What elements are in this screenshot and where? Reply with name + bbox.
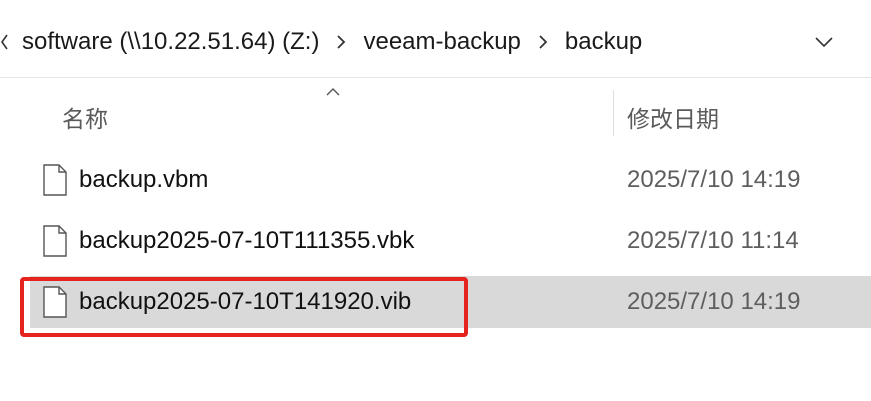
- chevron-down-icon: [815, 37, 833, 48]
- address-history-dropdown-button[interactable]: [808, 28, 840, 56]
- file-name: backup.vbm: [79, 166, 209, 193]
- file-date-modified: 2025/7/10 14:19: [627, 288, 801, 315]
- file-row[interactable]: backup2025-07-10T111355.vbk 2025/7/10 11…: [30, 215, 871, 267]
- column-divider[interactable]: [613, 90, 614, 136]
- breadcrumb: software (\\10.22.51.64) (Z:) veeam-back…: [20, 26, 644, 58]
- file-row[interactable]: backup.vbm 2025/7/10 14:19: [30, 154, 871, 206]
- file-row-selected[interactable]: backup2025-07-10T141920.vib 2025/7/10 14…: [30, 276, 871, 328]
- file-name: backup2025-07-10T111355.vbk: [79, 227, 415, 254]
- breadcrumb-item-veeam-backup[interactable]: veeam-backup: [361, 28, 522, 56]
- column-header-date-modified[interactable]: 修改日期: [627, 100, 719, 134]
- sort-ascending-icon: [326, 88, 340, 96]
- address-bar[interactable]: software (\\10.22.51.64) (Z:) veeam-back…: [0, 0, 871, 78]
- breadcrumb-item-drive[interactable]: software (\\10.22.51.64) (Z:): [20, 28, 321, 56]
- file-icon: [43, 164, 67, 196]
- chevron-right-icon[interactable]: [327, 32, 355, 52]
- breadcrumb-item-backup[interactable]: backup: [563, 28, 644, 56]
- file-name: backup2025-07-10T141920.vib: [79, 288, 412, 315]
- file-icon: [43, 286, 67, 318]
- column-header-name[interactable]: 名称: [62, 100, 108, 134]
- file-icon: [43, 225, 67, 257]
- column-header: [0, 78, 871, 146]
- chevron-left-icon: [1, 34, 8, 50]
- file-date-modified: 2025/7/10 11:14: [627, 227, 799, 254]
- chevron-right-icon[interactable]: [529, 32, 557, 52]
- file-date-modified: 2025/7/10 14:19: [627, 166, 801, 193]
